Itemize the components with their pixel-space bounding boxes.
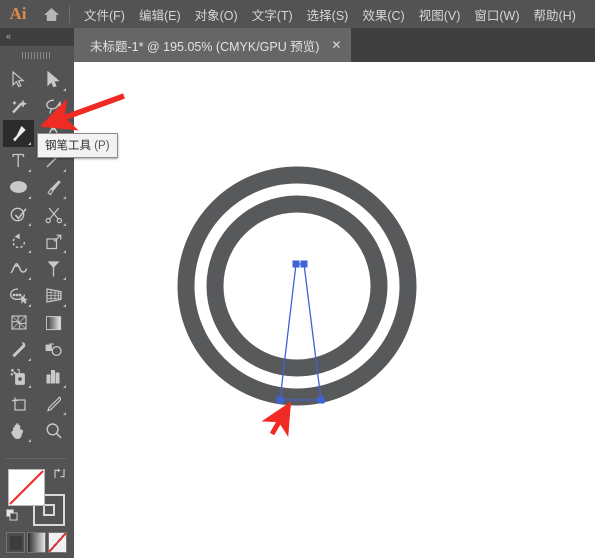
illustrator-window: Ai 文件(F) 编辑(E) 对象(O) 文字(T) 选择(S) 效果(C) 视… bbox=[0, 0, 595, 558]
menu-type[interactable]: 文字(T) bbox=[245, 1, 300, 28]
tool-group-indicator bbox=[63, 277, 66, 280]
tool-grid bbox=[0, 64, 74, 444]
free-transform-tool[interactable] bbox=[38, 255, 69, 282]
tool-group-indicator bbox=[28, 169, 31, 172]
app-logo: Ai bbox=[9, 4, 27, 23]
tool-group-indicator bbox=[63, 169, 66, 172]
menu-effect[interactable]: 效果(C) bbox=[355, 1, 411, 28]
column-graph-tool[interactable] bbox=[38, 363, 69, 390]
scissors-tool[interactable] bbox=[38, 201, 69, 228]
mesh-tool[interactable] bbox=[3, 309, 34, 336]
rotate-tool[interactable] bbox=[3, 228, 34, 255]
blend-tool[interactable] bbox=[38, 336, 69, 363]
menu-view[interactable]: 视图(V) bbox=[412, 1, 468, 28]
symbol-sprayer-tool[interactable] bbox=[3, 363, 34, 390]
color-mode-buttons bbox=[6, 532, 68, 554]
tool-group-indicator bbox=[63, 412, 66, 415]
color-mode-gradient[interactable] bbox=[27, 532, 46, 553]
tool-group-indicator bbox=[28, 250, 31, 253]
color-mode-flat[interactable] bbox=[6, 532, 25, 553]
collapse-panel-icon[interactable]: « bbox=[6, 31, 11, 41]
menu-help[interactable]: 帮助(H) bbox=[527, 1, 583, 28]
paintbrush-tool[interactable] bbox=[38, 174, 69, 201]
scale-tool[interactable] bbox=[38, 228, 69, 255]
menu-select[interactable]: 选择(S) bbox=[300, 1, 356, 28]
artboard-tool[interactable] bbox=[3, 390, 34, 417]
toolbar-drag-handle[interactable] bbox=[0, 46, 74, 64]
tool-group-indicator bbox=[63, 385, 66, 388]
tool-group-indicator bbox=[28, 196, 31, 199]
lasso-tool[interactable] bbox=[38, 93, 69, 120]
zoom-tool[interactable] bbox=[38, 417, 69, 444]
tool-group-indicator bbox=[63, 223, 66, 226]
anchor-point-top-left[interactable] bbox=[292, 260, 300, 268]
inner-ring-shape[interactable] bbox=[206, 195, 388, 377]
direct-selection-tool[interactable] bbox=[38, 66, 69, 93]
toolbar-divider bbox=[6, 458, 66, 459]
tool-group-indicator bbox=[63, 250, 66, 253]
default-fill-stroke-icon[interactable] bbox=[6, 509, 18, 521]
tool-group-indicator bbox=[63, 88, 66, 91]
close-icon[interactable]: ✕ bbox=[331, 38, 341, 52]
slice-tool[interactable] bbox=[38, 390, 69, 417]
artwork-layer bbox=[177, 166, 417, 406]
menu-bar: Ai 文件(F) 编辑(E) 对象(O) 文字(T) 选择(S) 效果(C) 视… bbox=[0, 0, 595, 28]
tool-group-indicator bbox=[28, 439, 31, 442]
anchor-point-top-right[interactable] bbox=[300, 260, 308, 268]
tool-group-indicator bbox=[28, 385, 31, 388]
gradient-tool[interactable] bbox=[38, 309, 69, 336]
shaper-tool[interactable] bbox=[3, 201, 34, 228]
menu-window[interactable]: 窗口(W) bbox=[467, 1, 526, 28]
pen-tool[interactable] bbox=[3, 120, 34, 147]
menu-object[interactable]: 对象(O) bbox=[188, 1, 245, 28]
document-tab-bar: 未标题-1* @ 195.05% (CMYK/GPU 预览) ✕ bbox=[0, 28, 595, 62]
ellipse-tool[interactable] bbox=[3, 174, 34, 201]
pen-tool-tooltip: 钢笔工具 (P) bbox=[37, 133, 118, 158]
fill-color-swatch[interactable] bbox=[8, 469, 45, 506]
anchor-point-bottom-right[interactable] bbox=[317, 396, 325, 404]
type-tool[interactable] bbox=[3, 147, 34, 174]
tool-group-indicator bbox=[28, 142, 31, 145]
menu-item-list: 文件(F) 编辑(E) 对象(O) 文字(T) 选择(S) 效果(C) 视图(V… bbox=[77, 1, 583, 28]
no-fill-slash-icon bbox=[9, 470, 44, 505]
shape-builder-tool[interactable] bbox=[3, 282, 34, 309]
color-mode-none[interactable] bbox=[48, 532, 67, 553]
swap-fill-stroke-icon[interactable] bbox=[53, 467, 66, 480]
tooltip-shortcut: (P) bbox=[94, 140, 110, 152]
tool-group-indicator bbox=[28, 277, 31, 280]
toolbar-dock-header: « bbox=[0, 28, 74, 46]
artboard-canvas[interactable] bbox=[74, 62, 595, 558]
tool-group-indicator bbox=[28, 358, 31, 361]
width-tool[interactable] bbox=[3, 255, 34, 282]
menu-file[interactable]: 文件(F) bbox=[77, 1, 132, 28]
tool-group-indicator bbox=[63, 196, 66, 199]
anchor-point-bottom-left[interactable] bbox=[276, 396, 284, 404]
pen-path-trapezoid[interactable] bbox=[279, 263, 322, 401]
document-tab[interactable]: 未标题-1* @ 195.05% (CMYK/GPU 预览) ✕ bbox=[74, 28, 352, 62]
selection-tool[interactable] bbox=[3, 66, 34, 93]
magic-wand-tool[interactable] bbox=[3, 93, 34, 120]
tool-group-indicator bbox=[63, 304, 66, 307]
tooltip-label: 钢笔工具 bbox=[45, 140, 91, 152]
perspective-grid-tool[interactable] bbox=[38, 282, 69, 309]
document-tab-title: 未标题-1* @ 195.05% (CMYK/GPU 预览) bbox=[90, 39, 320, 54]
eyedropper-tool[interactable] bbox=[3, 336, 34, 363]
grip-dots-icon bbox=[22, 51, 52, 59]
tool-group-indicator bbox=[28, 223, 31, 226]
menu-edit[interactable]: 编辑(E) bbox=[132, 1, 188, 28]
menu-divider bbox=[69, 5, 70, 23]
hand-tool[interactable] bbox=[3, 417, 34, 444]
home-icon[interactable] bbox=[36, 0, 66, 28]
tool-group-indicator bbox=[28, 304, 31, 307]
